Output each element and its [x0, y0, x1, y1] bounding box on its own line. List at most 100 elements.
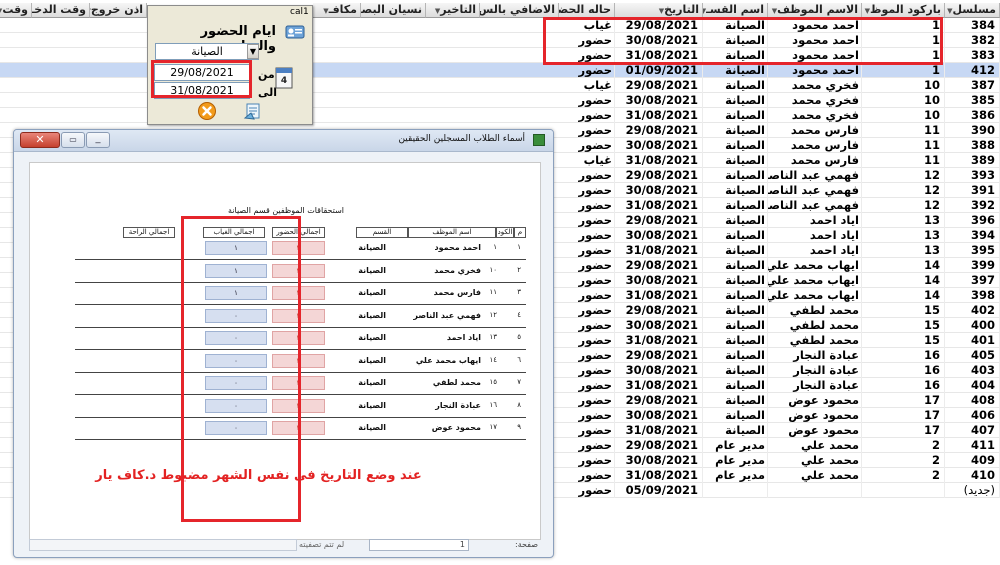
- minimize-button[interactable]: _: [86, 132, 110, 148]
- cell-barcode[interactable]: 11: [862, 138, 945, 153]
- cell-status[interactable]: حضور: [559, 408, 615, 423]
- cell-status[interactable]: حضور: [559, 378, 615, 393]
- horizontal-scrollbar[interactable]: [29, 539, 297, 551]
- cell-id[interactable]: 408: [945, 393, 1000, 408]
- cell-name[interactable]: احمد محمود: [768, 18, 862, 33]
- cell-date[interactable]: 30/08/2021: [615, 273, 703, 288]
- cell-status[interactable]: حضور: [559, 333, 615, 348]
- cell-status[interactable]: حضور: [559, 438, 615, 453]
- cell-name[interactable]: محمد لطفي: [768, 333, 862, 348]
- cell-date[interactable]: 30/08/2021: [615, 93, 703, 108]
- cell-barcode[interactable]: 11: [862, 123, 945, 138]
- cell-barcode[interactable]: 11: [862, 153, 945, 168]
- cell-name[interactable]: عبادة النجار: [768, 378, 862, 393]
- cell-name[interactable]: ايهاب محمد علي: [768, 288, 862, 303]
- cell-dept[interactable]: الصيانة: [703, 393, 768, 408]
- cell-id[interactable]: 409: [945, 453, 1000, 468]
- cell-status[interactable]: غياب: [559, 18, 615, 33]
- cell-status[interactable]: حضور: [559, 183, 615, 198]
- cell-barcode[interactable]: 16: [862, 378, 945, 393]
- cell-date[interactable]: 29/08/2021: [615, 258, 703, 273]
- cell-status[interactable]: غياب: [559, 153, 615, 168]
- cell-name[interactable]: فارس محمد: [768, 138, 862, 153]
- cell-name[interactable]: احمد محمود: [768, 48, 862, 63]
- column-header[interactable]: التاريخ▼: [615, 3, 703, 18]
- cell-date[interactable]: 31/08/2021: [615, 423, 703, 438]
- cell-dept[interactable]: الصيانة: [703, 108, 768, 123]
- cell-status[interactable]: حضور: [559, 198, 615, 213]
- cell-id[interactable]: 401: [945, 333, 1000, 348]
- cell-dept[interactable]: الصيانة: [703, 243, 768, 258]
- cell-name[interactable]: فارس محمد: [768, 123, 862, 138]
- cell-status[interactable]: حضور: [559, 273, 615, 288]
- cell-barcode[interactable]: 10: [862, 108, 945, 123]
- cell-dept[interactable]: الصيانة: [703, 78, 768, 93]
- cell-name[interactable]: فهمي عبد الناصر: [768, 183, 862, 198]
- cell-id[interactable]: 385: [945, 93, 1000, 108]
- cell-name[interactable]: محمد لطفي: [768, 318, 862, 333]
- cell-status[interactable]: حضور: [559, 33, 615, 48]
- cell-id[interactable]: 404: [945, 378, 1000, 393]
- cell-status[interactable]: حضور: [559, 318, 615, 333]
- cell-name[interactable]: فارس محمد: [768, 153, 862, 168]
- cell-date[interactable]: 31/08/2021: [615, 333, 703, 348]
- cell-id[interactable]: 395: [945, 243, 1000, 258]
- cell-date[interactable]: 30/08/2021: [615, 363, 703, 378]
- cell-date[interactable]: 30/08/2021: [615, 183, 703, 198]
- cell-id[interactable]: 384: [945, 18, 1000, 33]
- column-header[interactable]: مسلسل▼: [945, 3, 1000, 18]
- cell-date[interactable]: 31/08/2021: [615, 243, 703, 258]
- cell-id[interactable]: 391: [945, 183, 1000, 198]
- cell-status[interactable]: حضور: [559, 468, 615, 483]
- cell-id[interactable]: 398: [945, 288, 1000, 303]
- cell-dept[interactable]: الصيانة: [703, 33, 768, 48]
- maximize-button[interactable]: ▭: [61, 132, 85, 148]
- cell-name[interactable]: فخري محمد: [768, 78, 862, 93]
- column-header[interactable]: مكافـ▼: [313, 3, 361, 18]
- cell-name[interactable]: عبادة النجار: [768, 363, 862, 378]
- cell-date[interactable]: 29/08/2021: [615, 78, 703, 93]
- cell-id[interactable]: 412: [945, 63, 1000, 78]
- cell-date[interactable]: 30/08/2021: [615, 228, 703, 243]
- cell-barcode[interactable]: 14: [862, 288, 945, 303]
- cell-date[interactable]: 30/08/2021: [615, 453, 703, 468]
- cell-date[interactable]: 29/08/2021: [615, 168, 703, 183]
- cell-id[interactable]: 382: [945, 33, 1000, 48]
- cell-id[interactable]: 403: [945, 363, 1000, 378]
- cell-barcode[interactable]: 13: [862, 228, 945, 243]
- cell-barcode[interactable]: 13: [862, 243, 945, 258]
- cell-status[interactable]: حضور: [559, 483, 615, 498]
- cell-barcode[interactable]: 1: [862, 18, 945, 33]
- column-header[interactable]: اذن خروج▼: [90, 3, 147, 18]
- cell-dept[interactable]: الصيانة: [703, 333, 768, 348]
- chevron-down-icon[interactable]: ▼: [247, 44, 259, 59]
- cell-dept[interactable]: الصيانة: [703, 288, 768, 303]
- cell-id[interactable]: 397: [945, 273, 1000, 288]
- cell-name[interactable]: عبادة النجار: [768, 348, 862, 363]
- cell-dept[interactable]: الصيانة: [703, 258, 768, 273]
- cell-dept[interactable]: الصيانة: [703, 348, 768, 363]
- cell-name[interactable]: محمد علي: [768, 438, 862, 453]
- cell-name[interactable]: ايهاب محمد علي: [768, 273, 862, 288]
- calendar-icon[interactable]: 4: [274, 64, 294, 94]
- cell-name[interactable]: محمود عوض: [768, 408, 862, 423]
- cell-dept[interactable]: الصيانة: [703, 198, 768, 213]
- cell-name[interactable]: محمد علي: [768, 468, 862, 483]
- cell-id[interactable]: 405: [945, 348, 1000, 363]
- cell-dept[interactable]: الصيانة: [703, 93, 768, 108]
- cell-date[interactable]: 29/08/2021: [615, 393, 703, 408]
- cell-date[interactable]: 31/08/2021: [615, 153, 703, 168]
- cell-date[interactable]: 29/08/2021: [615, 213, 703, 228]
- cell-dept[interactable]: الصيانة: [703, 183, 768, 198]
- cell-id[interactable]: 392: [945, 198, 1000, 213]
- cell-name[interactable]: محمد لطفي: [768, 303, 862, 318]
- cell-dept[interactable]: الصيانة: [703, 318, 768, 333]
- cell-status[interactable]: حضور: [559, 348, 615, 363]
- column-header[interactable]: وقت▼: [0, 3, 32, 18]
- cell-dept[interactable]: الصيانة: [703, 408, 768, 423]
- cell-dept[interactable]: الصيانة: [703, 63, 768, 78]
- cell-date[interactable]: 29/08/2021: [615, 123, 703, 138]
- cell-name[interactable]: فهمي عبد الناصر: [768, 168, 862, 183]
- cell-status[interactable]: حضور: [559, 423, 615, 438]
- cell-date[interactable]: 30/08/2021: [615, 408, 703, 423]
